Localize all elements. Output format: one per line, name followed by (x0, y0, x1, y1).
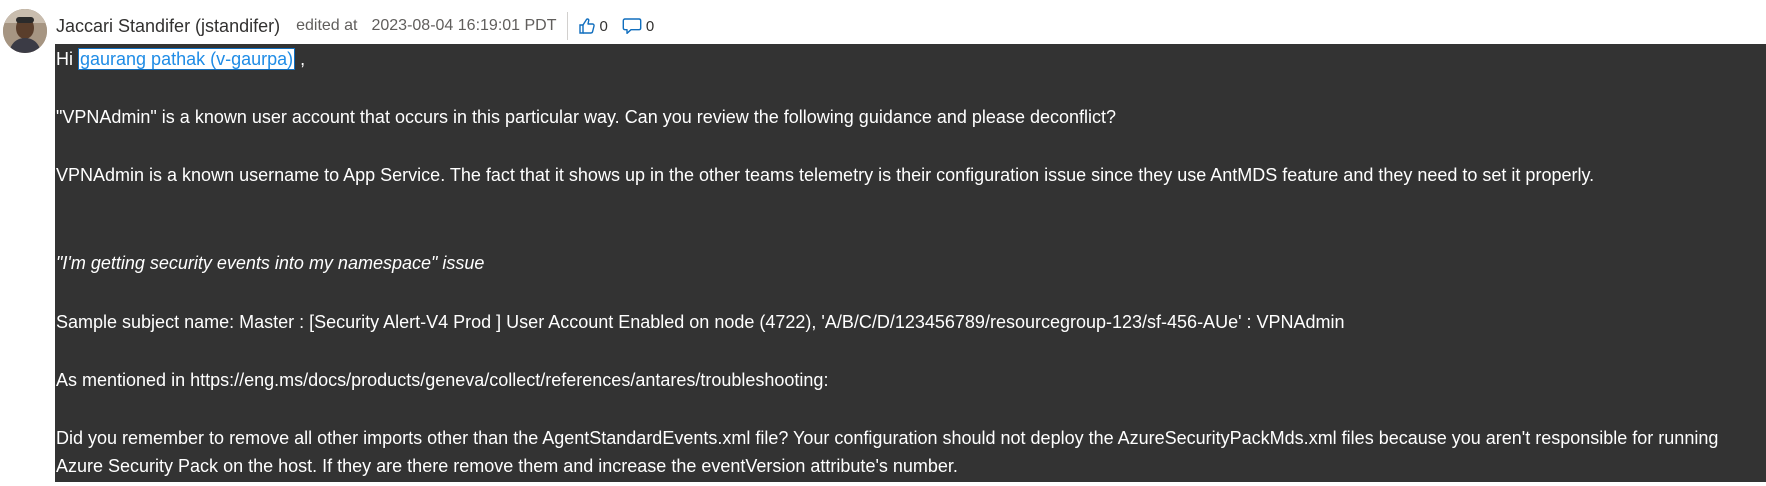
comment-body: Hi gaurang pathak (v-gaurpa) , "VPNAdmin… (55, 44, 1766, 482)
reply-count: 0 (645, 17, 655, 35)
comment-card: Jaccari Standifer (jstandifer) edited at… (0, 0, 1766, 486)
author-name[interactable]: Jaccari Standifer (jstandifer) (56, 16, 280, 37)
paragraph-4: Sample subject name: Master : [Security … (56, 312, 1345, 332)
paragraph-2: VPNAdmin is a known username to App Serv… (56, 165, 1595, 185)
greeting-suffix: , (295, 49, 306, 69)
reply-bubble-icon (622, 18, 642, 34)
greeting-prefix: Hi (56, 49, 78, 69)
paragraph-3-italic: "I'm getting security events into my nam… (56, 253, 485, 273)
greeting-line: Hi gaurang pathak (v-gaurpa) , (56, 45, 305, 73)
thumbs-up-icon (578, 18, 595, 34)
avatar[interactable] (3, 9, 47, 53)
like-button[interactable]: 0 (578, 17, 608, 35)
paragraph-6: Did you remember to remove all other imp… (56, 428, 1719, 476)
like-count: 0 (599, 17, 608, 35)
comment-header: Jaccari Standifer (jstandifer) edited at… (56, 12, 654, 40)
edited-label: edited at (296, 17, 358, 34)
paragraph-5: As mentioned in https://eng.ms/docs/prod… (56, 370, 829, 390)
header-divider (566, 12, 568, 40)
user-avatar-icon (3, 9, 47, 53)
user-mention-link[interactable]: gaurang pathak (v-gaurpa) (78, 48, 296, 70)
paragraph-1: "VPNAdmin" is a known user account that … (56, 107, 1117, 127)
reply-button[interactable]: 0 (622, 17, 654, 35)
edited-timestamp: 2023-08-04 16:19:01 PDT (371, 17, 557, 34)
